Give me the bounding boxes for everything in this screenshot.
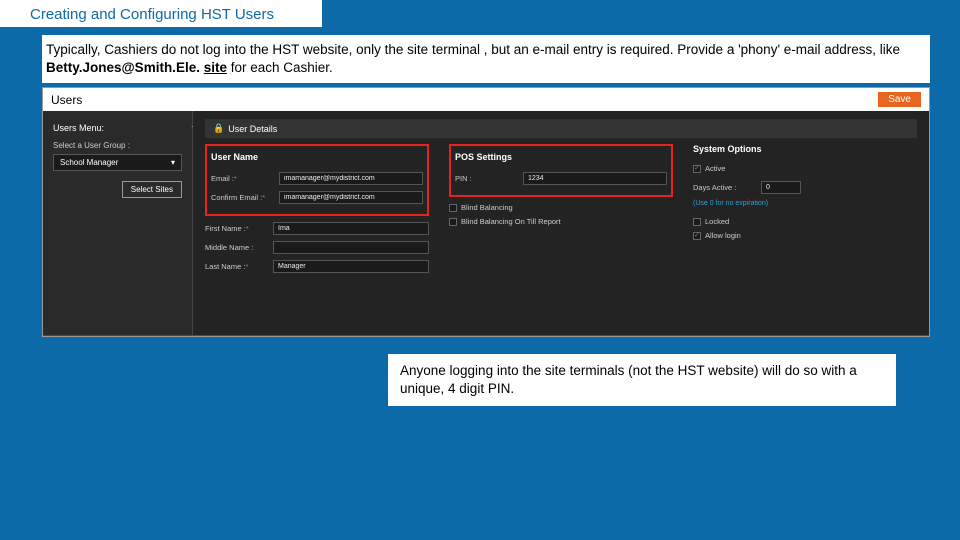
email-field[interactable] (279, 172, 423, 185)
highlight-box-pos: POS Settings PIN : (449, 144, 673, 197)
section-pos: POS Settings (455, 152, 667, 164)
panel-header: 🔒 User Details (205, 119, 917, 138)
days-active-field[interactable] (761, 181, 801, 194)
system-options-column: System Options Active Days Active : (Use… (693, 144, 917, 279)
app-header-title: Users (51, 93, 82, 107)
select-sites-button[interactable]: Select Sites (122, 181, 182, 198)
allow-login-checkbox[interactable]: Allow login (693, 231, 917, 240)
pin-label: PIN : (455, 174, 517, 183)
user-group-dropdown[interactable]: School Manager ▾ (53, 154, 182, 171)
highlight-box-username: User Name Email :* Confirm Email :* (205, 144, 429, 216)
locked-checkbox[interactable]: Locked (693, 217, 917, 226)
middle-name-field[interactable] (273, 241, 429, 254)
pin-field[interactable] (523, 172, 667, 185)
app-header: Users Save (43, 88, 929, 111)
chevron-down-icon: ▾ (171, 158, 175, 167)
active-checkbox[interactable]: Active (693, 164, 917, 173)
pos-settings-column: POS Settings PIN : Blind Balancing Blind… (449, 144, 673, 279)
section-user-name: User Name (211, 152, 423, 164)
page-title: Creating and Configuring HST Users (0, 0, 322, 27)
days-active-label: Days Active : (693, 183, 755, 192)
last-name-label: Last Name :* (205, 262, 267, 271)
section-system: System Options (693, 144, 917, 156)
callout-text: Anyone logging into the site terminals (… (388, 354, 896, 406)
lock-icon: 🔒 (213, 123, 224, 134)
middle-name-label: Middle Name : (205, 243, 267, 252)
sidebar-menu-title: Users Menu: (53, 123, 182, 133)
instruction-text: Typically, Cashiers do not log into the … (42, 35, 930, 83)
user-name-column: User Name Email :* Confirm Email :* Firs… (205, 144, 429, 279)
blind-balancing-till-checkbox[interactable]: Blind Balancing On Till Report (449, 217, 673, 226)
save-button[interactable]: Save (878, 92, 921, 107)
confirm-email-label: Confirm Email :* (211, 193, 273, 202)
user-details-panel: 🔒 User Details User Name Email :* Confir… (193, 111, 929, 335)
email-label: Email :* (211, 174, 273, 183)
last-name-field[interactable] (273, 260, 429, 273)
confirm-email-field[interactable] (279, 191, 423, 204)
users-app-window: Users Save + Users Menu: Select a User G… (42, 87, 930, 337)
first-name-field[interactable] (273, 222, 429, 235)
user-group-label: Select a User Group : (53, 141, 182, 150)
first-name-label: First Name :* (205, 224, 267, 233)
blind-balancing-checkbox[interactable]: Blind Balancing (449, 203, 673, 212)
days-hint: (Use 0 for no expiration) (693, 200, 917, 207)
users-sidebar: Users Menu: Select a User Group : School… (43, 111, 193, 335)
